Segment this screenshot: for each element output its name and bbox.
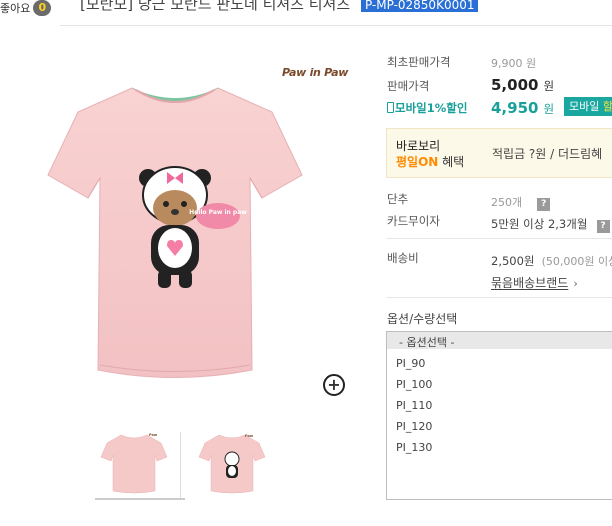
thumbnail-1[interactable]: Paw (99, 429, 169, 499)
option-item[interactable]: PI_130 (396, 441, 432, 454)
sale-price-label: 판매가격 (387, 79, 430, 93)
thumbnail-2[interactable]: Paw (197, 429, 267, 499)
shipping-label: 배송비 (387, 251, 419, 265)
svg-text:Paw: Paw (245, 434, 254, 438)
mobile-phone-icon (387, 102, 394, 113)
chevron-right-icon: › (573, 277, 578, 290)
sale-price-value: 5,000 (491, 76, 539, 94)
options-placeholder: - 옵션선택 - (399, 336, 455, 349)
bundle-shipping-link[interactable]: 묶음배송브랜드 › (491, 272, 578, 291)
unit-row: 250개 ? (491, 191, 551, 211)
shipping-value: 2,500원 (491, 254, 535, 268)
promo-subtitle: 평일ON 혜택 (396, 155, 465, 169)
card-label: 카드무이자 (387, 214, 440, 228)
like-label: 좋아요 (0, 2, 31, 15)
product-main-image[interactable]: Hello Paw in paw (40, 80, 310, 390)
promo-benefit-text[interactable]: 적립금 ?원 / 더드림혜 (492, 145, 602, 162)
thumbnail-divider (180, 432, 181, 498)
sale-price: 5,000 원 (491, 75, 554, 94)
option-item[interactable]: PI_90 (396, 357, 425, 370)
unit-label: 단추 (387, 192, 409, 206)
mobile-purchase-button[interactable]: 모바일 할 (564, 97, 612, 116)
options-title: 옵션/수량선택 (387, 312, 458, 326)
option-item[interactable]: PI_110 (396, 399, 432, 412)
mobile-discount-label: 모바일1%할인 (387, 100, 467, 116)
option-item[interactable]: PI_100 (396, 378, 432, 391)
product-code: P-MP-02850K0001 (360, 0, 479, 12)
card-value: 5만원 이상 2,3개월 (491, 217, 588, 231)
card-row: 5만원 이상 2,3개월 ? (491, 213, 610, 233)
option-item[interactable]: PI_120 (396, 420, 432, 433)
info-icon[interactable]: ? (537, 198, 551, 211)
promo-title: 바로보리 (396, 139, 441, 153)
svg-text:Paw: Paw (149, 433, 158, 437)
header-divider (60, 25, 612, 26)
product-title: [모란모] 당근 모란드 판도데 티셔츠 티셔츠 P-MP-02850K0001 (80, 0, 479, 14)
mobile-price-value: 4,950 (491, 99, 539, 117)
mobile-won-unit: 원 (543, 102, 555, 116)
info-icon[interactable]: ? (596, 220, 610, 233)
thumbnail-active-indicator (95, 498, 185, 500)
mobile-price: 4,950 원 (491, 98, 554, 117)
details-divider (386, 238, 612, 239)
bubble-text: Hello Paw in paw (189, 209, 247, 216)
initial-price-label: 최초판매가격 (387, 55, 451, 69)
shipping-row: 2,500원 (50,000원 이상 (491, 250, 612, 269)
options-divider (386, 297, 612, 298)
bundle-shipping-label: 묶음배송브랜드 (491, 276, 569, 290)
brand-logo: Paw in Paw (282, 66, 349, 79)
unit-value: 250개 (491, 196, 523, 209)
like-badge[interactable]: 좋아요 0 (0, 0, 52, 16)
initial-price-value: 9,900 원 (491, 57, 537, 70)
like-count: 0 (33, 0, 52, 16)
won-unit: 원 (543, 79, 555, 93)
zoom-plus-icon[interactable]: + (323, 374, 345, 396)
shipping-note: (50,000원 이상 (541, 255, 612, 268)
